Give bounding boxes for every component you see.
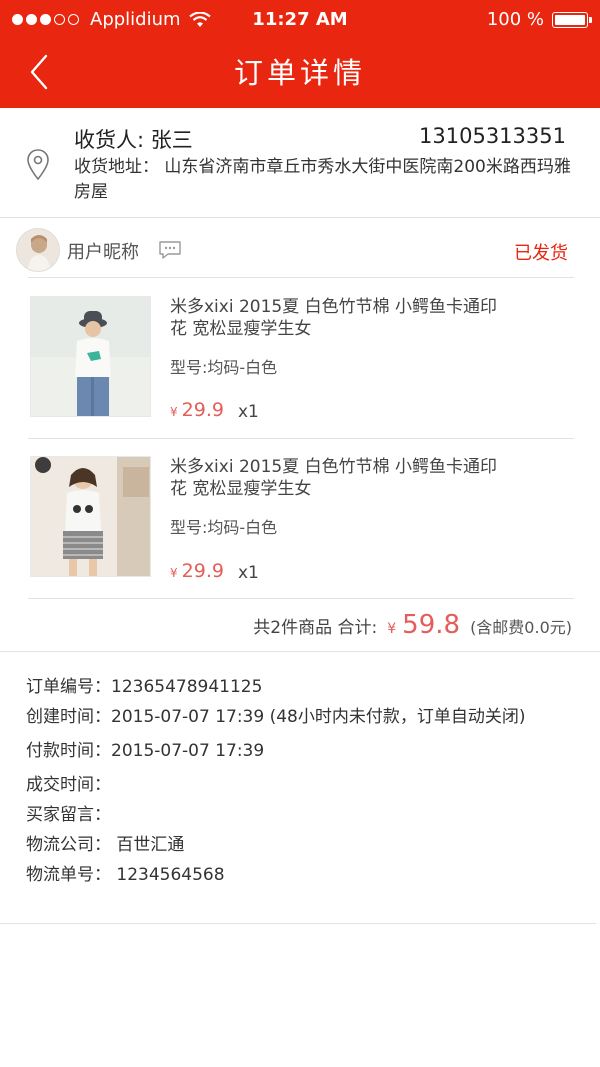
recipient-name: 收货人: 张三 (74, 128, 193, 152)
order-summary: 共2件商品 合计: ¥ 59.8 (含邮费0.0元) (0, 600, 600, 652)
status-right: 100 % (486, 9, 592, 30)
created-time: 创建时间：2015-07-07 17:39 (26, 707, 265, 727)
product-quantity: x1 (238, 402, 259, 422)
buyer-message: 买家留言： (26, 805, 111, 825)
shipping-address-card[interactable]: 收货人: 张三 13105313351 收货地址： 山东省济南市章丘市秀水大街中… (0, 108, 600, 218)
logistics-company: 物流公司： 百世汇通 (26, 835, 185, 855)
currency-symbol: ¥ (170, 405, 178, 419)
currency-symbol: ¥ (387, 621, 397, 637)
address-text: 收货地址： 山东省济南市章丘市秀水大街中医院南200米路西玛雅房屋 (74, 157, 571, 202)
page-title: 订单详情 (233, 56, 366, 90)
seller-nickname: 用户昵称 (67, 242, 139, 263)
product-quantity: x1 (238, 563, 259, 583)
product-title: 米多xixi 2015夏 白色竹节棉 小鳄鱼卡通印花 宽松显瘦学生女 (170, 297, 498, 339)
paid-time: 付款时间：2015-07-07 17:39 (26, 741, 265, 761)
order-status-badge: 已发货 (514, 243, 568, 264)
created-note: (48小时内未付款，订单自动关闭) (269, 707, 526, 727)
order-total: 59.8 (402, 610, 461, 640)
chat-bubble-icon[interactable] (158, 240, 182, 260)
created-time-row: 创建时间：2015-07-07 17:39 (48小时内未付款，订单自动关闭) (26, 702, 526, 727)
avatar[interactable] (16, 228, 60, 272)
item-count-label: 共2件商品 合计: (253, 618, 378, 638)
nav-bar: 订单详情 (0, 40, 600, 108)
product-item[interactable]: 米多xixi 2015夏 白色竹节棉 小鳄鱼卡通印花 宽松显瘦学生女 型号:均码… (0, 278, 600, 438)
logistics-number[interactable]: 物流单号： 1234564568 (26, 860, 225, 885)
order-total-line: 共2件商品 合计: ¥ 59.8 (含邮费0.0元) (253, 610, 572, 640)
shipping-fee: (含邮费0.0元) (470, 618, 572, 637)
price-value: 29.9 (181, 399, 224, 421)
order-number: 订单编号：12365478941125 (26, 677, 263, 697)
battery-percent: 100 % (486, 9, 544, 30)
status-bar: Applidium 11:27 AM 100 % (0, 0, 600, 40)
currency-symbol: ¥ (170, 566, 178, 580)
seller-row[interactable]: 用户昵称 已发货 (0, 218, 600, 278)
recipient-phone: 13105313351 (419, 124, 566, 148)
product-item[interactable]: 米多xixi 2015夏 白色竹节棉 小鳄鱼卡通印花 宽松显瘦学生女 型号:均码… (0, 438, 600, 598)
divider (28, 598, 574, 599)
product-title: 米多xixi 2015夏 白色竹节棉 小鳄鱼卡通印花 宽松显瘦学生女 (170, 457, 498, 499)
product-image[interactable] (30, 296, 151, 417)
product-price: ¥29.9 (170, 560, 224, 582)
divider (0, 923, 596, 924)
product-spec: 型号:均码-白色 (170, 518, 278, 537)
product-spec: 型号:均码-白色 (170, 358, 278, 377)
location-pin-icon (27, 149, 49, 181)
product-image[interactable] (30, 456, 151, 577)
app-header: Applidium 11:27 AM 100 % 订单详情 (0, 0, 600, 108)
deal-time: 成交时间： (26, 775, 111, 795)
product-price: ¥29.9 (170, 399, 224, 421)
battery-icon (552, 11, 592, 28)
price-value: 29.9 (181, 560, 224, 582)
